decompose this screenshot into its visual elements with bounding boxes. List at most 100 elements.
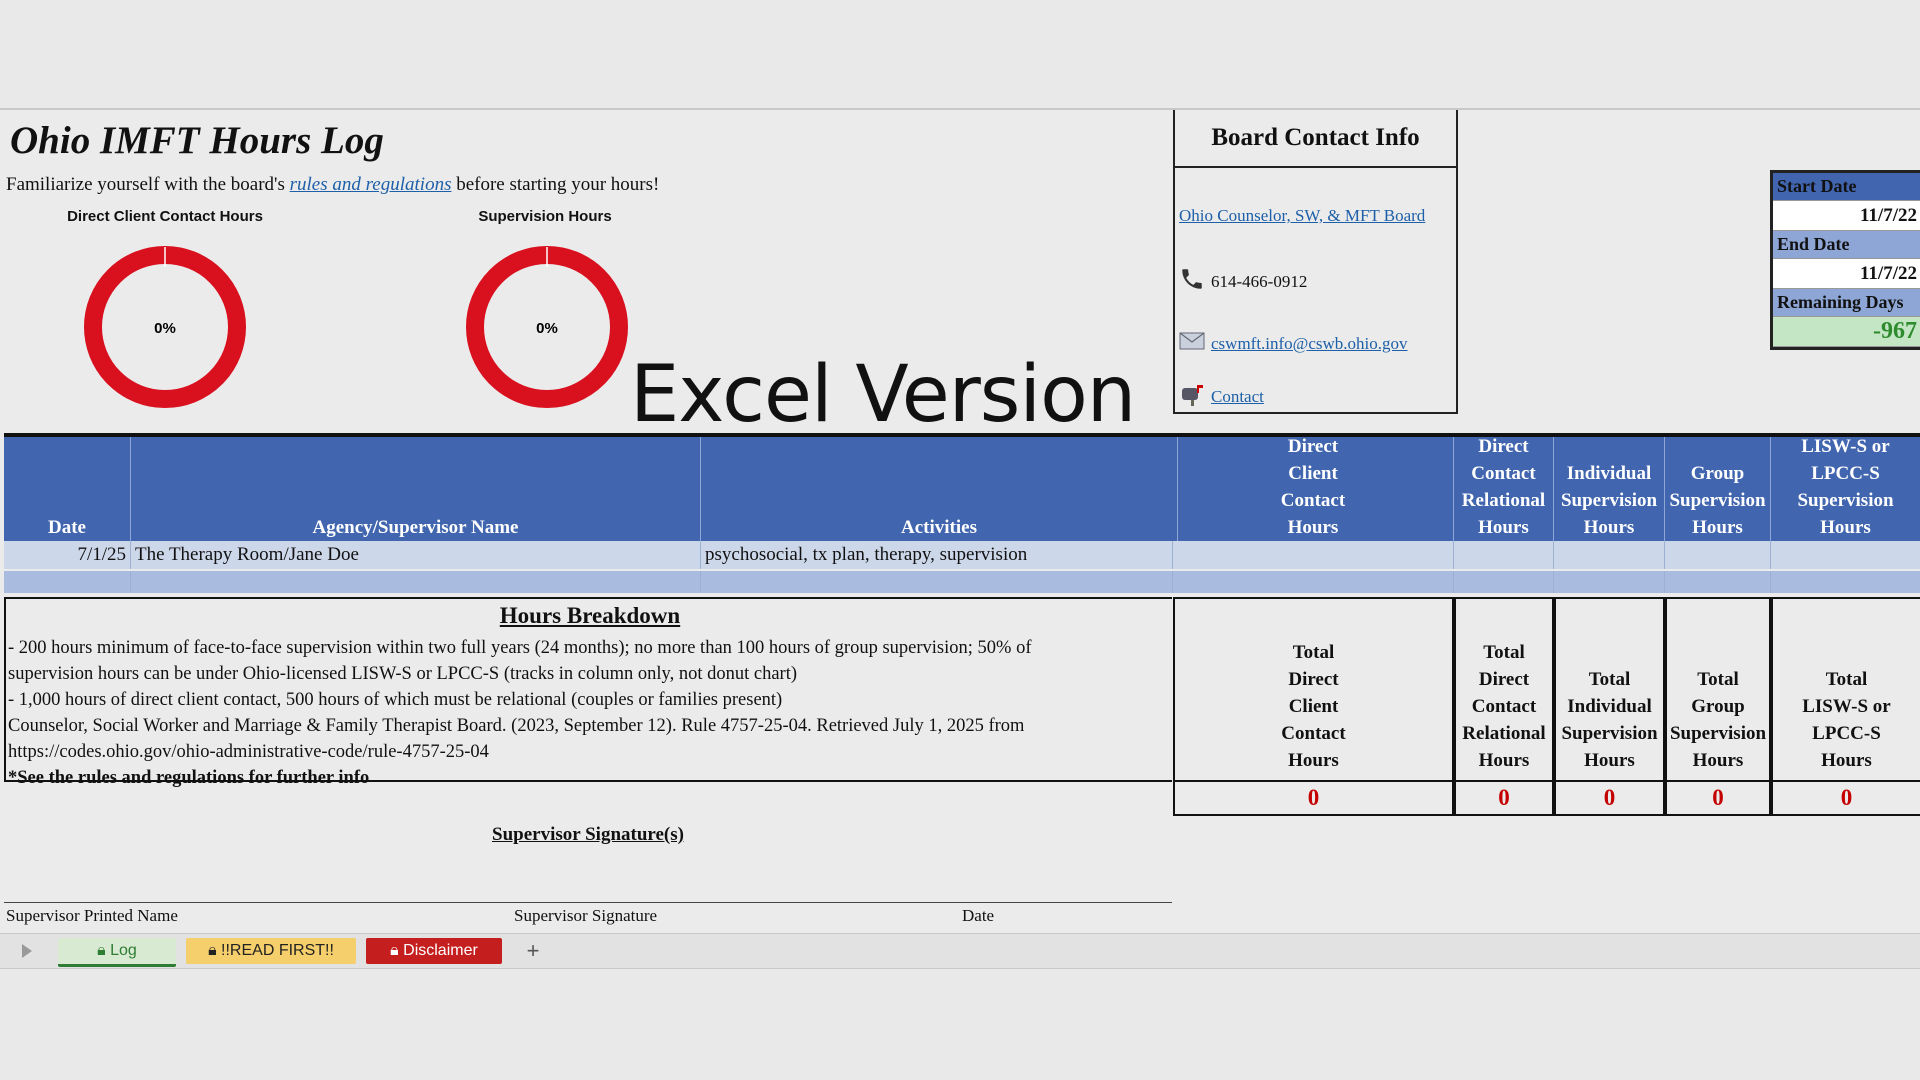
page-subtitle: Familiarize yourself with the board's ru… [6,174,659,196]
row-individual-cell[interactable] [1554,541,1665,569]
row-date-cell[interactable]: 7/1/25 [4,541,131,569]
header-direct-l4: Hours [1287,517,1339,538]
row-agency-cell[interactable]: The Therapy Room/Jane Doe [131,541,701,569]
total-relational-l3: Contact [1471,696,1537,717]
empty-activities-cell[interactable] [701,571,1173,593]
total-group-value: 0 [1665,782,1771,816]
total-direct-l4: Contact [1281,723,1346,744]
supervision-hours-donut: 0% [466,246,628,408]
row-direct-cell[interactable] [1173,541,1454,569]
hours-breakdown-box: Hours Breakdown - 200 hours minimum of f… [4,597,1172,788]
total-direct-value: 0 [1173,782,1454,816]
lock-icon: 🔒︎ [390,942,404,959]
header-group-l2: Supervision [1669,490,1766,511]
start-date-value[interactable]: 11/7/22 [1773,200,1920,231]
header-individual-hours[interactable]: Individual Supervision Hours [1554,437,1665,541]
breakdown-title: Hours Breakdown [499,603,681,628]
sheet-tab-bar: 🔒︎ Log 🔒︎ !!READ FIRST!! 🔒︎ Disclaimer + [0,933,1920,969]
row-relational-cell[interactable] [1454,541,1554,569]
header-agency[interactable]: Agency/Supervisor Name [131,437,701,541]
total-relational-l1: Total [1483,642,1525,663]
total-lisw-l2: LISW-S or [1802,696,1891,717]
tab-log[interactable]: 🔒︎ Log [58,938,176,967]
header-activities[interactable]: Activities [701,437,1178,541]
direct-donut-label: 0% [154,320,176,337]
header-relational-l1: Direct [1478,436,1529,457]
total-group-label: Total Group Supervision Hours [1665,597,1771,782]
total-relational-l5: Hours [1478,750,1530,771]
remaining-days-label: Remaining Days [1773,289,1920,316]
email-link[interactable]: cswmft.info@cswb.ohio.gov [1211,334,1408,354]
empty-relational-cell[interactable] [1454,571,1554,593]
excel-version-overlay: Excel Version [630,350,1136,440]
empty-date-cell[interactable] [4,571,131,593]
board-link[interactable]: Ohio Counselor, SW, & MFT Board [1179,206,1425,226]
rules-link[interactable]: rules and regulations [290,174,452,195]
table-row-empty[interactable] [4,571,1920,593]
total-direct-l2: Direct [1288,669,1339,690]
start-date-label: Start Date [1773,173,1920,200]
end-date-label: End Date [1773,231,1920,258]
total-individual-label: Total Individual Supervision Hours [1554,597,1665,782]
empty-agency-cell[interactable] [131,571,701,593]
remaining-days-value: -967 [1773,316,1920,347]
header-relational-hours[interactable]: Direct Contact Relational Hours [1454,436,1554,541]
empty-direct-cell[interactable] [1173,571,1454,593]
total-direct-l5: Hours [1288,750,1339,771]
signature-title: Supervisor Signature(s) [492,824,684,845]
end-date-value[interactable]: 11/7/22 [1773,258,1920,289]
header-lisw-l1: LISW-S or [1801,436,1890,457]
header-date[interactable]: Date [4,437,131,541]
tab-disclaimer[interactable]: 🔒︎ Disclaimer [366,938,502,964]
tab-read-first[interactable]: 🔒︎ !!READ FIRST!! [186,938,356,964]
row-group-cell[interactable] [1665,541,1771,569]
breakdown-line: supervision hours can be under Ohio-lice… [8,664,798,684]
add-sheet-button[interactable]: + [518,938,548,964]
contact-page-line: Contact [1179,382,1264,411]
total-direct-l1: Total [1292,642,1335,663]
row-activities-cell[interactable]: psychosocial, tx plan, therapy, supervis… [701,541,1173,569]
header-group-hours[interactable]: Group Supervision Hours [1665,437,1771,541]
supervision-donut-label: 0% [536,320,558,337]
contact-link[interactable]: Contact [1211,387,1264,407]
breakdown-line: https://codes.ohio.gov/ohio-administrati… [8,742,489,762]
total-lisw-l3: LPCC-S [1812,723,1881,744]
total-relational-l4: Relational [1462,723,1546,744]
total-relational-label: Total Direct Contact Relational Hours [1454,597,1554,782]
lock-icon: 🔒︎ [208,942,222,959]
empty-individual-cell[interactable] [1554,571,1665,593]
breakdown-note: *See the rules and regulations for furth… [8,768,370,788]
header-individual-l1: Individual [1566,463,1652,484]
board-contact-box: Board Contact Info Ohio Counselor, SW, &… [1173,110,1458,414]
phone-icon [1179,266,1205,297]
header-group-l3: Hours [1692,517,1743,538]
header-lisw-l2: LPCC-S [1811,463,1880,484]
spreadsheet-sheet[interactable]: Ohio IMFT Hours Log Familiarize yourself… [0,108,1920,936]
header-direct-hours[interactable]: Direct Client Contact Hours [1173,436,1454,541]
total-group-l1: Total [1697,669,1739,690]
tab-disclaimer-label: Disclaimer [403,942,478,959]
table-row[interactable]: 7/1/25 The Therapy Room/Jane Doe psychos… [4,541,1920,569]
row-lisw-cell[interactable] [1771,541,1920,569]
total-group-l3: Supervision [1669,723,1767,744]
contact-email-line: cswmft.info@cswb.ohio.gov [1179,330,1408,357]
header-lisw-l3: Supervision [1797,490,1894,511]
header-lisw-hours[interactable]: LISW-S or LPCC-S Supervision Hours [1771,436,1920,541]
printed-name-label: Supervisor Printed Name [6,906,178,925]
dates-panel: Start Date 11/7/22 End Date 11/7/22 Rema… [1770,170,1920,350]
total-lisw-l4: Hours [1821,750,1872,771]
total-relational-l2: Direct [1478,669,1530,690]
subtitle-text-post: before starting your hours! [451,174,660,195]
empty-group-cell[interactable] [1665,571,1771,593]
page-title: Ohio IMFT Hours Log [10,119,384,162]
breakdown-line: - 200 hours minimum of face-to-face supe… [8,638,1032,658]
empty-lisw-cell[interactable] [1771,571,1920,593]
header-group-l1: Group [1690,463,1745,484]
total-individual-l2: Individual [1567,696,1652,717]
header-individual-l2: Supervision [1560,490,1658,511]
log-table-header: Date Agency/Supervisor Name Activities D… [4,433,1920,541]
tab-scroll-right-icon[interactable] [22,944,32,958]
total-direct-l3: Client [1288,696,1339,717]
contact-board-line: Ohio Counselor, SW, & MFT Board [1179,206,1425,226]
header-direct-l2: Client [1288,463,1338,484]
